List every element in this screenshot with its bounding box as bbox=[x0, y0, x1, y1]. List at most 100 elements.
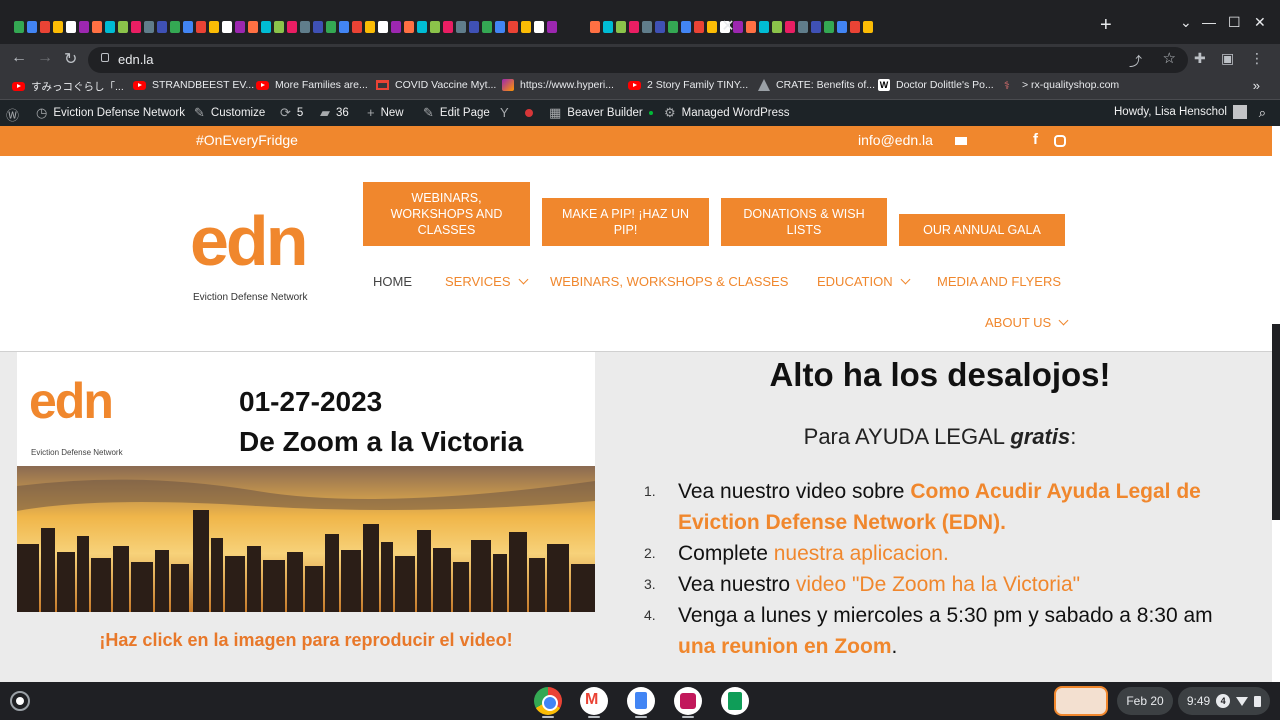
tab-favicon-icon[interactable] bbox=[746, 21, 756, 33]
tab-favicon-icon[interactable] bbox=[681, 21, 691, 33]
tab-favicon-icon[interactable] bbox=[183, 21, 193, 33]
tab-favicon-icon[interactable] bbox=[863, 21, 873, 33]
tab-favicon-icon[interactable] bbox=[365, 21, 375, 33]
tab-favicon-icon[interactable] bbox=[14, 21, 24, 33]
extensions-icon[interactable]: ✚ bbox=[1194, 50, 1206, 67]
tab-favicon-icon[interactable] bbox=[417, 21, 427, 33]
tab-favicon-icon[interactable] bbox=[131, 21, 141, 33]
tab-favicon-icon[interactable] bbox=[456, 21, 466, 33]
chrome-app-icon[interactable] bbox=[534, 687, 562, 715]
side-panel-icon[interactable]: ▣ bbox=[1221, 50, 1234, 67]
tab-favicon-icon[interactable] bbox=[798, 21, 808, 33]
tab-favicon-icon[interactable] bbox=[261, 21, 271, 33]
tab-favicon-icon[interactable] bbox=[443, 21, 453, 33]
mail-icon[interactable] bbox=[955, 137, 967, 145]
tab-favicon-icon[interactable] bbox=[339, 21, 349, 33]
keep-app-icon[interactable] bbox=[674, 687, 702, 715]
tab-favicon-icon[interactable] bbox=[287, 21, 297, 33]
hashtag-link[interactable]: #OnEveryFridge bbox=[196, 132, 298, 148]
tab-favicon-icon[interactable] bbox=[655, 21, 665, 33]
nav-about[interactable]: ABOUT US bbox=[985, 315, 1069, 330]
tab-favicon-icon[interactable] bbox=[378, 21, 388, 33]
wordpress-logo-icon[interactable]: Ⓦ bbox=[6, 105, 19, 124]
tab-favicon-icon[interactable] bbox=[352, 21, 362, 33]
gmail-app-icon[interactable] bbox=[580, 687, 608, 715]
tab-favicon-icon[interactable] bbox=[79, 21, 89, 33]
tab-favicon-icon[interactable] bbox=[27, 21, 37, 33]
tab-favicon-icon[interactable] bbox=[837, 21, 847, 33]
video-thumbnail[interactable]: edn Eviction Defense Network 01-27-2023 … bbox=[17, 352, 595, 612]
tab-favicon-icon[interactable] bbox=[53, 21, 63, 33]
annual-gala-button[interactable]: OUR ANNUAL GALA bbox=[899, 214, 1065, 246]
address-bar[interactable]: edn.la ⤴ ☆ bbox=[88, 47, 1188, 73]
bookmark-item[interactable]: COVID Vaccine Myt... bbox=[376, 79, 496, 91]
tab-favicon-icon[interactable] bbox=[694, 21, 704, 33]
wp-comments[interactable]: ▰ 36 bbox=[320, 105, 349, 121]
tab-favicon-icon[interactable] bbox=[66, 21, 76, 33]
reload-icon[interactable]: ↻ bbox=[64, 49, 77, 69]
bookmark-item[interactable]: STRANDBEEST EV... bbox=[133, 79, 254, 91]
nav-services[interactable]: SERVICES bbox=[445, 274, 528, 289]
bookmark-item[interactable]: ⚕ > rx-qualityshop.com bbox=[1004, 79, 1119, 92]
wp-new[interactable]: + New bbox=[367, 105, 404, 120]
wp-beaver-builder[interactable]: ▦ Beaver Builder bbox=[549, 105, 653, 121]
seo-status-dot[interactable] bbox=[525, 109, 533, 117]
window-menu-icon[interactable]: ⌄ bbox=[1180, 14, 1192, 31]
url-text[interactable]: edn.la bbox=[118, 52, 153, 67]
tab-favicon-icon[interactable] bbox=[248, 21, 258, 33]
tab-favicon-icon[interactable] bbox=[508, 21, 518, 33]
email-link[interactable]: info@edn.la bbox=[858, 132, 933, 148]
tab-favicon-icon[interactable] bbox=[759, 21, 769, 33]
nav-education[interactable]: EDUCATION bbox=[817, 274, 911, 289]
tab-favicon-icon[interactable] bbox=[404, 21, 414, 33]
nav-media[interactable]: MEDIA AND FLYERS bbox=[937, 274, 1061, 289]
tab-favicon-icon[interactable] bbox=[603, 21, 613, 33]
nav-webinars[interactable]: WEBINARS, WORKSHOPS & CLASSES bbox=[550, 274, 788, 289]
tab-favicon-icon[interactable] bbox=[616, 21, 626, 33]
tab-favicon-icon[interactable] bbox=[785, 21, 795, 33]
tab-favicon-icon[interactable] bbox=[313, 21, 323, 33]
tab-favicon-icon[interactable] bbox=[40, 21, 50, 33]
tab-favicon-icon[interactable] bbox=[326, 21, 336, 33]
close-window-icon[interactable]: ✕ bbox=[1254, 14, 1266, 31]
tab-favicon-icon[interactable] bbox=[590, 21, 600, 33]
sheets-app-icon[interactable] bbox=[721, 687, 749, 715]
page-scrollbar[interactable] bbox=[1272, 126, 1280, 682]
date-pill[interactable]: Feb 20 bbox=[1117, 687, 1173, 715]
scrollbar-thumb[interactable] bbox=[1272, 324, 1280, 520]
tab-favicon-icon[interactable] bbox=[521, 21, 531, 33]
yoast-icon[interactable]: Y bbox=[500, 105, 509, 120]
close-tab-icon[interactable]: ✕ bbox=[720, 16, 736, 36]
tab-favicon-icon[interactable] bbox=[824, 21, 834, 33]
back-icon[interactable]: ← bbox=[11, 49, 27, 67]
tab-favicon-icon[interactable] bbox=[209, 21, 219, 33]
make-a-pip-button[interactable]: MAKE A PIP! ¡HAZ UN PIP! bbox=[542, 198, 709, 246]
bookmark-item[interactable]: W Doctor Dolittle's Po... bbox=[878, 79, 994, 91]
wp-account[interactable]: Howdy, Lisa Henschol bbox=[1114, 105, 1247, 119]
tab-favicon-icon[interactable] bbox=[850, 21, 860, 33]
bookmark-item[interactable]: 2 Story Family TINY... bbox=[628, 79, 748, 91]
tab-favicon-icon[interactable] bbox=[642, 21, 652, 33]
tab-favicon-icon[interactable] bbox=[391, 21, 401, 33]
tab-favicon-icon[interactable] bbox=[157, 21, 167, 33]
tab-favicon-icon[interactable] bbox=[144, 21, 154, 33]
status-tray[interactable]: 9:49 4 bbox=[1178, 687, 1270, 715]
bookmark-item[interactable]: https://www.hyperi... bbox=[502, 79, 614, 91]
bookmark-item[interactable]: More Families are... bbox=[256, 79, 368, 91]
tab-favicon-icon[interactable] bbox=[482, 21, 492, 33]
application-link[interactable]: nuestra aplicacion. bbox=[774, 542, 949, 565]
instagram-icon[interactable] bbox=[1054, 135, 1066, 147]
edn-logo[interactable]: edn Eviction Defense Network bbox=[190, 206, 330, 306]
wp-managed-wordpress[interactable]: ⚙ Managed WordPress bbox=[664, 105, 789, 121]
minimize-icon[interactable]: — bbox=[1202, 14, 1216, 30]
tab-favicon-icon[interactable] bbox=[629, 21, 639, 33]
search-icon[interactable]: ⌕ bbox=[1259, 105, 1266, 121]
bookmark-item[interactable]: CRATE: Benefits of... bbox=[758, 79, 875, 91]
bookmark-item[interactable]: すみっコぐらし「... bbox=[12, 79, 124, 94]
tab-favicon-icon[interactable] bbox=[274, 21, 284, 33]
tab-favicon-icon[interactable] bbox=[235, 21, 245, 33]
tab-favicon-icon[interactable] bbox=[668, 21, 678, 33]
tab-favicon-icon[interactable] bbox=[534, 21, 544, 33]
video-caption[interactable]: ¡Haz click en la imagen para reproducir … bbox=[0, 630, 612, 651]
bookmarks-overflow[interactable]: » bbox=[1253, 78, 1260, 93]
